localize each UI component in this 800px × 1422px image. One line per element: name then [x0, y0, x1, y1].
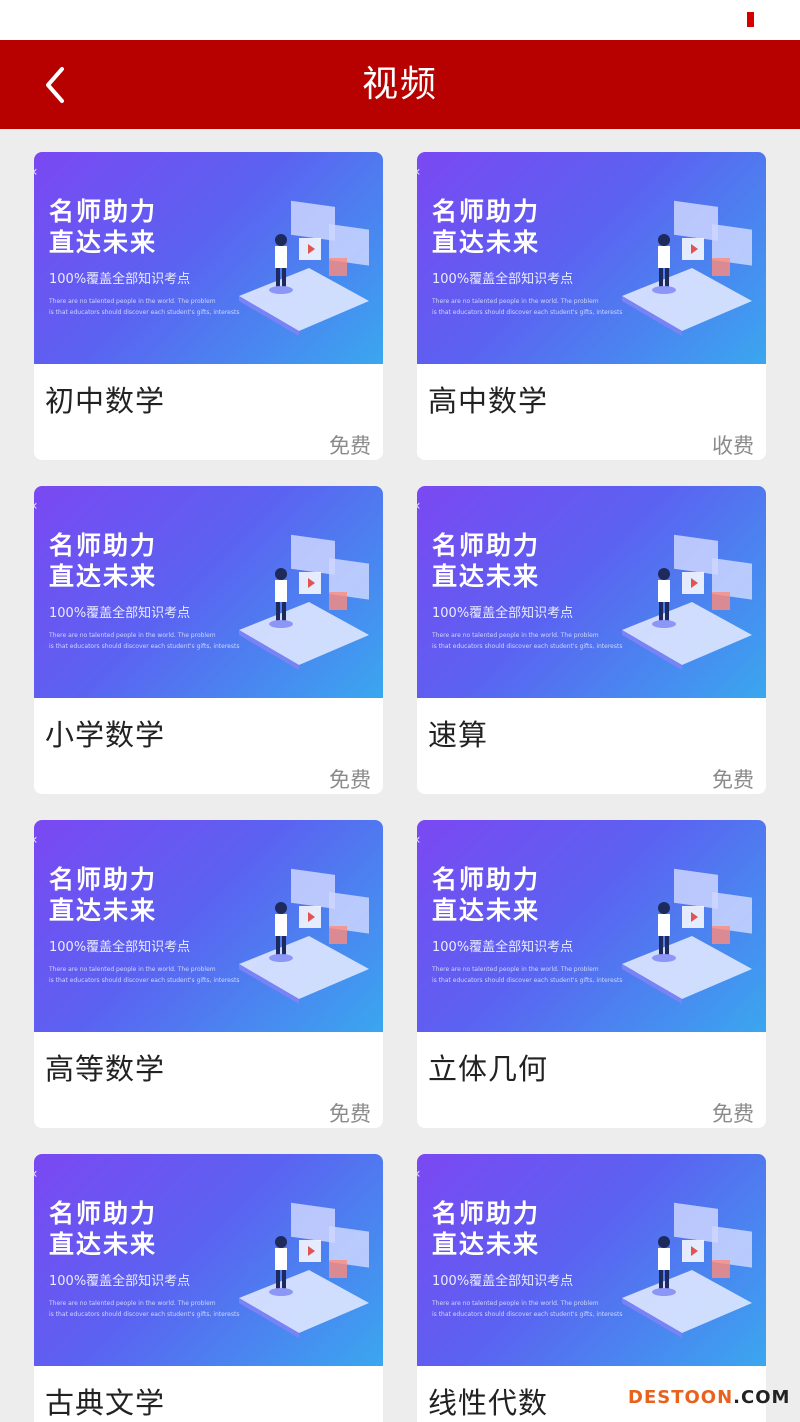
banner-tagline-1: There are no talented people in the worl… — [49, 966, 216, 973]
banner-headline-2: 直达未来 — [432, 1230, 541, 1259]
banner-tagline-2: is that educators should discover each s… — [432, 309, 623, 316]
course-title: 初中数学 — [45, 384, 166, 418]
banner-subtitle: 100%覆盖全部知识考点 — [432, 1274, 574, 1289]
teacher-illustration-icon — [622, 868, 752, 1004]
banner-headline-1: 名师助力 — [432, 531, 541, 560]
teacher-illustration-icon — [622, 1202, 752, 1338]
course-title: 古典文学 — [45, 1386, 166, 1420]
teacher-illustration-icon — [239, 1202, 369, 1338]
teacher-illustration-icon — [239, 868, 369, 1004]
teacher-illustration-icon — [622, 200, 752, 336]
course-card[interactable]: ‹ 名师助力 直达未来 100%覆盖全部知识考点 There are no ta… — [34, 152, 383, 460]
price-label: 收费 — [712, 434, 754, 458]
chevron-left-icon: ‹ — [417, 1166, 421, 1182]
course-thumbnail: ‹ 名师助力 直达未来 100%覆盖全部知识考点 There are no ta… — [417, 152, 766, 364]
banner-headline-2: 直达未来 — [49, 562, 158, 591]
banner-tagline-2: is that educators should discover each s… — [49, 643, 240, 650]
course-card[interactable]: ‹ 名师助力 直达未来 100%覆盖全部知识考点 There are no ta… — [34, 820, 383, 1128]
banner-headline-2: 直达未来 — [432, 896, 541, 925]
course-title: 立体几何 — [428, 1052, 549, 1086]
watermark: DESTOON.COM — [628, 1387, 790, 1408]
banner-tagline-2: is that educators should discover each s… — [49, 309, 240, 316]
page-title: 视频 — [361, 64, 438, 105]
teacher-illustration-icon — [622, 534, 752, 670]
banner-tagline-1: There are no talented people in the worl… — [432, 966, 599, 973]
course-title: 速算 — [428, 718, 489, 752]
course-title: 小学数学 — [45, 718, 166, 752]
teacher-illustration-icon — [239, 534, 369, 670]
course-thumbnail: ‹ 名师助力 直达未来 100%覆盖全部知识考点 There are no ta… — [417, 486, 766, 698]
price-label: 免费 — [712, 768, 754, 792]
nav-bar: 视频 — [0, 40, 800, 129]
course-card[interactable]: ‹ 名师助力 直达未来 100%覆盖全部知识考点 There are no ta… — [34, 486, 383, 794]
chevron-left-icon: ‹ — [417, 498, 421, 514]
teacher-illustration-icon — [239, 200, 369, 336]
course-thumbnail: ‹ 名师助力 直达未来 100%覆盖全部知识考点 There are no ta… — [417, 820, 766, 1032]
chevron-left-icon: ‹ — [34, 832, 38, 848]
banner-headline-1: 名师助力 — [49, 1199, 158, 1228]
banner-headline-1: 名师助力 — [49, 865, 158, 894]
watermark-part-1: DESTOON — [628, 1387, 734, 1408]
course-card[interactable]: ‹ 名师助力 直达未来 100%覆盖全部知识考点 There are no ta… — [417, 486, 766, 794]
price-label: 免费 — [329, 768, 371, 792]
banner-tagline-1: There are no talented people in the worl… — [432, 298, 599, 305]
banner-subtitle: 100%覆盖全部知识考点 — [49, 606, 191, 621]
banner-tagline-2: is that educators should discover each s… — [432, 977, 623, 984]
banner-subtitle: 100%覆盖全部知识考点 — [432, 272, 574, 287]
chevron-left-icon: ‹ — [417, 164, 421, 180]
banner-subtitle: 100%覆盖全部知识考点 — [49, 1274, 191, 1289]
chevron-left-icon: ‹ — [34, 1166, 38, 1182]
banner-headline-2: 直达未来 — [49, 1230, 158, 1259]
banner-headline-1: 名师助力 — [432, 1199, 541, 1228]
course-thumbnail: ‹ 名师助力 直达未来 100%覆盖全部知识考点 There are no ta… — [34, 152, 383, 364]
course-card[interactable]: ‹ 名师助力 直达未来 100%覆盖全部知识考点 There are no ta… — [417, 820, 766, 1128]
banner-subtitle: 100%覆盖全部知识考点 — [432, 940, 574, 955]
course-thumbnail: ‹ 名师助力 直达未来 100%覆盖全部知识考点 There are no ta… — [34, 1154, 383, 1366]
banner-subtitle: 100%覆盖全部知识考点 — [432, 606, 574, 621]
course-title: 线性代数 — [428, 1386, 549, 1420]
battery-icon — [747, 12, 754, 27]
banner-subtitle: 100%覆盖全部知识考点 — [49, 272, 191, 287]
banner-tagline-2: is that educators should discover each s… — [432, 643, 623, 650]
price-label: 免费 — [712, 1102, 754, 1126]
banner-headline-2: 直达未来 — [432, 562, 541, 591]
chevron-left-icon: ‹ — [34, 164, 38, 180]
course-thumbnail: ‹ 名师助力 直达未来 100%覆盖全部知识考点 There are no ta… — [34, 820, 383, 1032]
banner-headline-2: 直达未来 — [49, 228, 158, 257]
course-thumbnail: ‹ 名师助力 直达未来 100%覆盖全部知识考点 There are no ta… — [34, 486, 383, 698]
course-thumbnail: ‹ 名师助力 直达未来 100%覆盖全部知识考点 There are no ta… — [417, 1154, 766, 1366]
course-title: 高等数学 — [45, 1052, 166, 1086]
chevron-left-icon: ‹ — [417, 832, 421, 848]
banner-subtitle: 100%覆盖全部知识考点 — [49, 940, 191, 955]
banner-headline-1: 名师助力 — [49, 531, 158, 560]
course-card[interactable]: ‹ 名师助力 直达未来 100%覆盖全部知识考点 There are no ta… — [417, 1154, 766, 1422]
banner-tagline-1: There are no talented people in the worl… — [49, 632, 216, 639]
chevron-left-icon: ‹ — [34, 498, 38, 514]
banner-tagline-1: There are no talented people in the worl… — [432, 1300, 599, 1307]
price-label: 免费 — [329, 1102, 371, 1126]
banner-headline-2: 直达未来 — [432, 228, 541, 257]
banner-headline-2: 直达未来 — [49, 896, 158, 925]
banner-tagline-1: There are no talented people in the worl… — [432, 632, 599, 639]
watermark-part-2: .COM — [733, 1387, 791, 1408]
banner-tagline-2: is that educators should discover each s… — [49, 1311, 240, 1318]
course-card[interactable]: ‹ 名师助力 直达未来 100%覆盖全部知识考点 There are no ta… — [417, 152, 766, 460]
banner-tagline-1: There are no talented people in the worl… — [49, 298, 216, 305]
banner-tagline-1: There are no talented people in the worl… — [49, 1300, 216, 1307]
banner-headline-1: 名师助力 — [432, 197, 541, 226]
banner-headline-1: 名师助力 — [49, 197, 158, 226]
banner-tagline-2: is that educators should discover each s… — [432, 1311, 623, 1318]
banner-headline-1: 名师助力 — [432, 865, 541, 894]
course-title: 高中数学 — [428, 384, 549, 418]
banner-tagline-2: is that educators should discover each s… — [49, 977, 240, 984]
course-card[interactable]: ‹ 名师助力 直达未来 100%覆盖全部知识考点 There are no ta… — [34, 1154, 383, 1422]
status-bar — [0, 0, 800, 40]
price-label: 免费 — [329, 434, 371, 458]
